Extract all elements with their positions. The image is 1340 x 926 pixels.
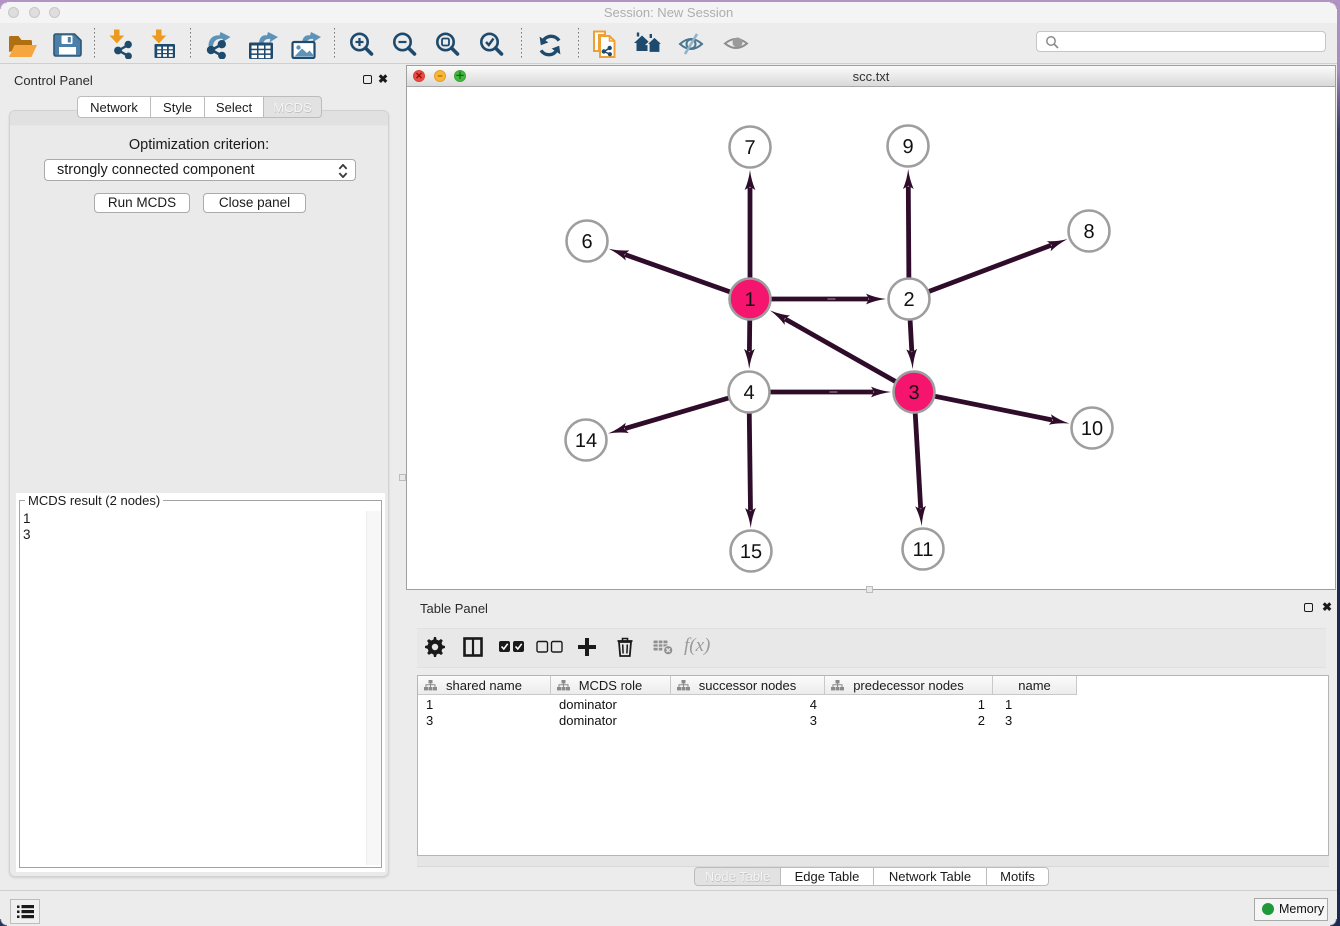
svg-text:7: 7 (744, 137, 755, 159)
svg-text:8: 8 (1083, 221, 1094, 243)
svg-text:4: 4 (743, 382, 754, 404)
svg-text:10: 10 (1081, 418, 1103, 440)
svg-text:9: 9 (902, 136, 913, 158)
svg-text:2: 2 (903, 289, 914, 311)
svg-text:1: 1 (744, 289, 755, 311)
svg-text:11: 11 (913, 539, 934, 561)
svg-text:6: 6 (581, 231, 592, 253)
svg-text:3: 3 (908, 382, 919, 404)
svg-text:14: 14 (575, 430, 597, 452)
svg-text:15: 15 (740, 541, 762, 563)
